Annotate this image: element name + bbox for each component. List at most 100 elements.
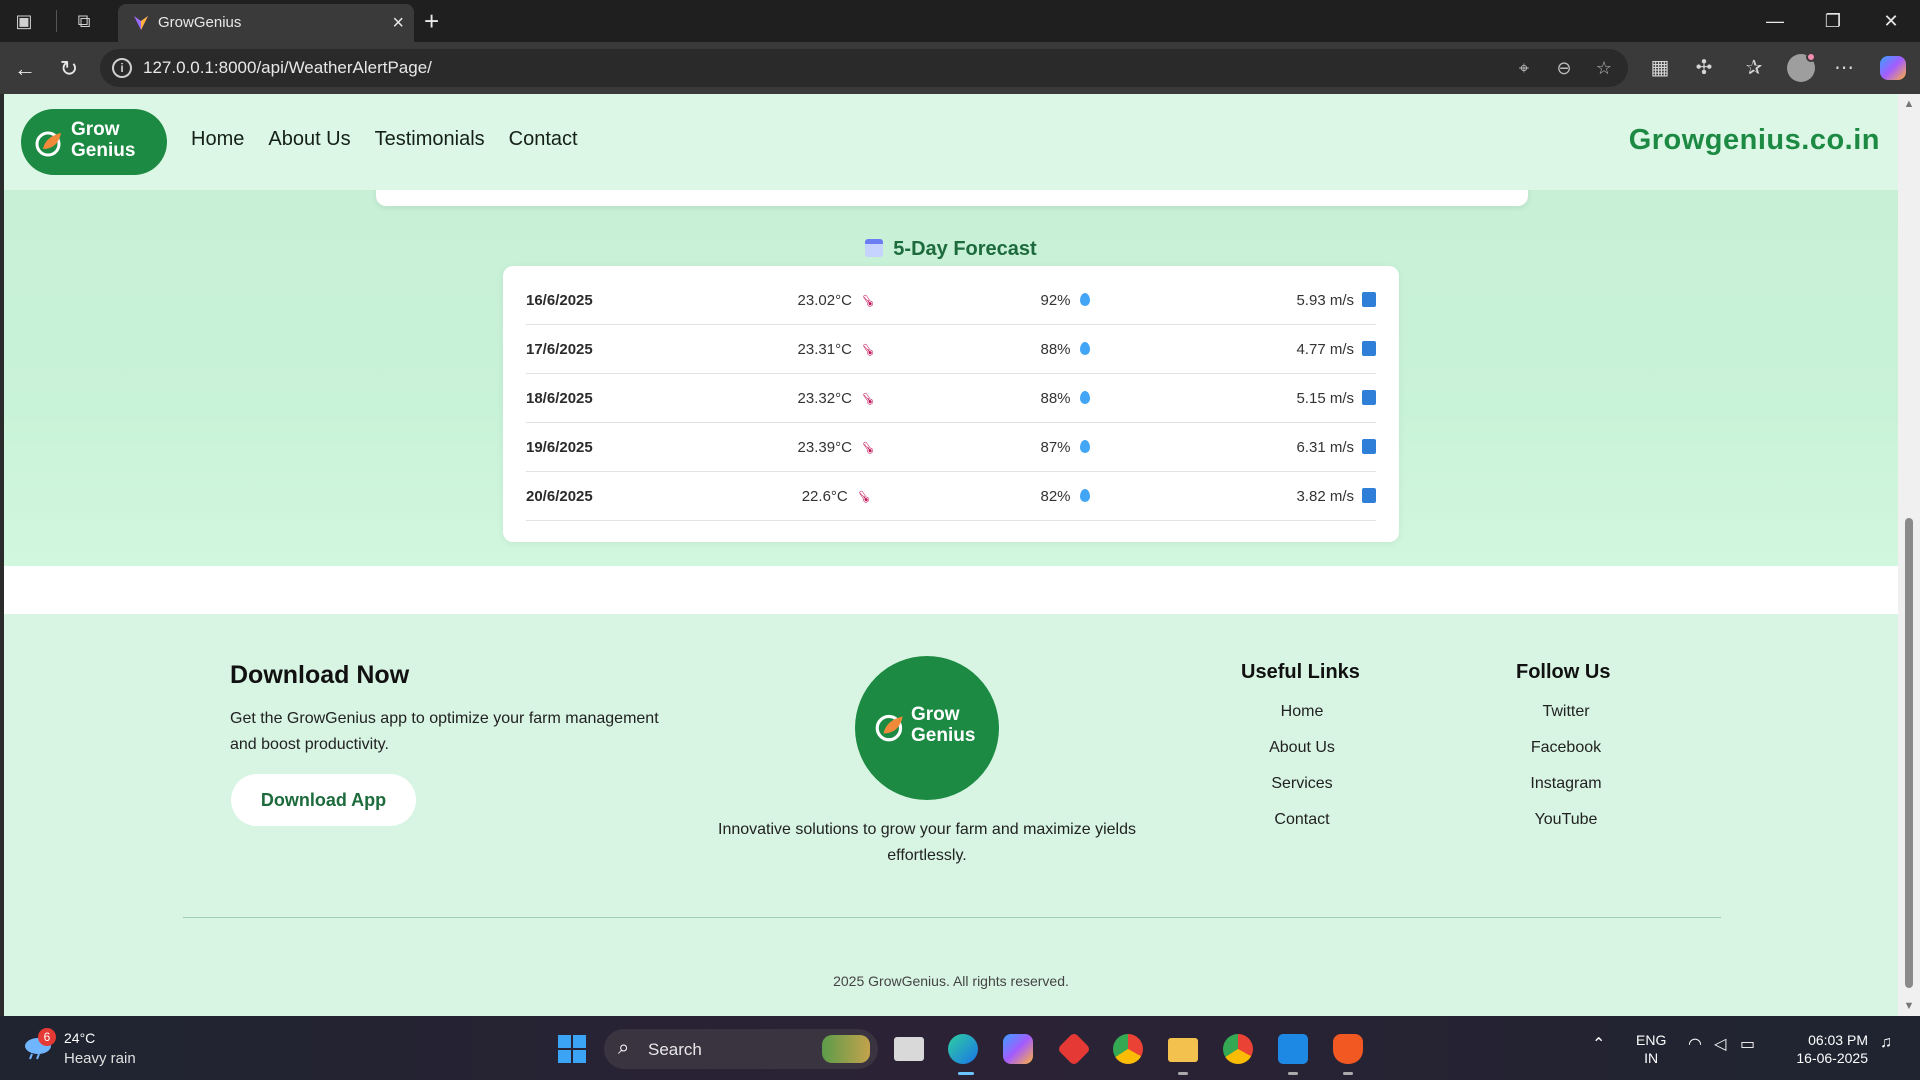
weather-badge: 6 <box>38 1028 56 1046</box>
vscode-icon[interactable] <box>1278 1034 1308 1064</box>
footer-logo-line1: Grow <box>911 704 960 725</box>
footer-logo-line2: Genius <box>911 725 976 746</box>
forecast-humidity: 87% <box>1040 439 1071 456</box>
page-scrollbar[interactable]: ▲ ▼ <box>1898 94 1920 1016</box>
new-tab-icon[interactable]: + <box>424 6 439 36</box>
copilot-icon[interactable] <box>1880 56 1906 80</box>
battery-icon[interactable]: ▭ <box>1740 1034 1755 1054</box>
forecast-humidity: 82% <box>1040 488 1071 505</box>
forecast-title: 5-Day Forecast <box>4 238 1898 261</box>
forecast-wind: 5.15 m/s <box>1296 390 1354 407</box>
forecast-humidity: 88% <box>1040 390 1071 407</box>
brave-running-indicator <box>1343 1072 1353 1075</box>
site-info-icon[interactable]: i <box>112 58 132 78</box>
droplet-icon <box>1079 293 1090 306</box>
footer-link-facebook[interactable]: Facebook <box>1486 739 1646 757</box>
download-title: Download Now <box>230 661 410 689</box>
favorites-icon[interactable]: ✰ <box>1740 56 1768 80</box>
system-clock[interactable]: 06:03 PM 16-06-2025 <box>1788 1031 1868 1067</box>
restore-icon[interactable]: ❐ <box>1818 8 1848 34</box>
language-indicator[interactable]: ENG IN <box>1636 1031 1666 1067</box>
footer-link-youtube[interactable]: YouTube <box>1486 811 1646 829</box>
tab-title: GrowGenius <box>158 14 242 31</box>
footer-link-twitter[interactable]: Twitter <box>1486 703 1646 721</box>
footer-link-home[interactable]: Home <box>1222 703 1382 721</box>
thermometer-icon: 🌡 <box>852 485 875 508</box>
split-screen-icon[interactable]: ▦ <box>1646 56 1674 80</box>
nav-testimonials[interactable]: Testimonials <box>375 128 485 151</box>
site-logo[interactable]: Grow Genius <box>21 109 167 175</box>
site-footer: Download Now Get the GrowGenius app to o… <box>4 614 1898 1016</box>
lang-line1: ENG <box>1636 1032 1667 1048</box>
workspaces-icon[interactable]: ⧉ <box>72 9 96 33</box>
chrome-icon[interactable] <box>1223 1034 1253 1064</box>
weather-temp[interactable]: 24°C <box>64 1030 95 1046</box>
edge-active-indicator <box>958 1072 974 1075</box>
scroll-up-icon[interactable]: ▲ <box>1903 98 1915 110</box>
weather-desc[interactable]: Heavy rain <box>64 1050 136 1067</box>
copilot-app-icon[interactable] <box>1003 1034 1033 1064</box>
volume-icon[interactable]: ◁ <box>1714 1034 1726 1054</box>
thermometer-icon: 🌡 <box>856 289 879 312</box>
scrollbar-thumb[interactable] <box>1905 518 1913 988</box>
thermometer-icon: 🌡 <box>856 338 879 361</box>
site-favicon-icon <box>134 16 148 30</box>
wind-icon <box>1362 488 1376 503</box>
reload-icon[interactable]: ↻ <box>54 54 84 84</box>
nav-contact[interactable]: Contact <box>509 128 578 151</box>
brave-icon[interactable] <box>1333 1034 1363 1064</box>
taskbar-search-label: Search <box>648 1040 702 1059</box>
site-nav: Home About Us Testimonials Contact <box>191 128 578 151</box>
back-icon[interactable]: ← <box>10 54 40 84</box>
edge-icon[interactable] <box>948 1034 978 1064</box>
chrome-profile-icon[interactable] <box>1113 1034 1143 1064</box>
site-domain[interactable]: Growgenius.co.in <box>1629 124 1880 157</box>
droplet-icon <box>1079 489 1090 502</box>
search-icon: ⌕ <box>618 1037 630 1059</box>
location-icon[interactable]: ⌖ <box>1512 56 1536 80</box>
useful-links-title: Useful Links <box>1241 661 1360 683</box>
sidebar-toggle-icon[interactable]: ▣ <box>12 9 36 33</box>
nav-home[interactable]: Home <box>191 128 244 151</box>
search-highlight-image <box>822 1035 870 1063</box>
url-text[interactable]: 127.0.0.1:8000/api/WeatherAlertPage/ <box>143 58 432 78</box>
thermometer-icon: 🌡 <box>856 387 879 410</box>
browser-tab[interactable]: GrowGenius × <box>118 4 414 42</box>
forecast-title-text: 5-Day Forecast <box>893 238 1037 260</box>
wifi-icon[interactable]: ◠ <box>1688 1034 1702 1054</box>
windows-start-icon[interactable] <box>558 1035 586 1063</box>
footer-link-about-us[interactable]: About Us <box>1222 739 1382 757</box>
droplet-icon <box>1079 391 1090 404</box>
notification-bell-icon[interactable]: ♫ <box>1880 1034 1892 1052</box>
zoom-icon[interactable]: ⊖ <box>1552 56 1576 80</box>
wind-icon <box>1362 439 1376 454</box>
minimize-icon[interactable]: — <box>1760 8 1790 34</box>
wind-icon <box>1362 390 1376 405</box>
footer-link-services[interactable]: Services <box>1222 775 1382 793</box>
footer-link-contact[interactable]: Contact <box>1222 811 1382 829</box>
taskbar-search[interactable]: ⌕ Search <box>604 1029 878 1069</box>
logo-line1: Grow <box>71 119 120 140</box>
explorer-running-indicator <box>1178 1072 1188 1075</box>
favorite-star-icon[interactable]: ☆ <box>1592 56 1616 80</box>
file-explorer-icon[interactable] <box>1168 1038 1198 1062</box>
footer-link-instagram[interactable]: Instagram <box>1486 775 1646 793</box>
more-menu-icon[interactable]: ⋯ <box>1830 56 1858 80</box>
chevron-up-icon[interactable]: ⌃ <box>1592 1034 1605 1054</box>
leaf-logo-icon <box>875 714 903 742</box>
scroll-down-icon[interactable]: ▼ <box>1903 1000 1915 1012</box>
extensions-icon[interactable]: ✣ <box>1690 56 1718 80</box>
tab-close-icon[interactable]: × <box>392 11 404 35</box>
address-bar[interactable]: i 127.0.0.1:8000/api/WeatherAlertPage/ ⌖… <box>100 49 1628 87</box>
forecast-temp: 22.6°C <box>801 488 848 505</box>
forecast-temp: 23.39°C <box>797 439 852 456</box>
nav-about-us[interactable]: About Us <box>268 128 350 151</box>
forecast-row: 18/6/2025 23.32°C 🌡 88% 5.15 m/s <box>526 374 1376 423</box>
git-app-icon[interactable] <box>1057 1032 1091 1066</box>
task-view-icon[interactable] <box>894 1037 924 1061</box>
calendar-icon <box>865 239 884 257</box>
forecast-wind: 5.93 m/s <box>1296 292 1354 309</box>
download-app-button[interactable]: Download App <box>231 774 416 826</box>
close-window-icon[interactable]: ✕ <box>1876 8 1906 34</box>
forecast-wind: 4.77 m/s <box>1296 341 1354 358</box>
